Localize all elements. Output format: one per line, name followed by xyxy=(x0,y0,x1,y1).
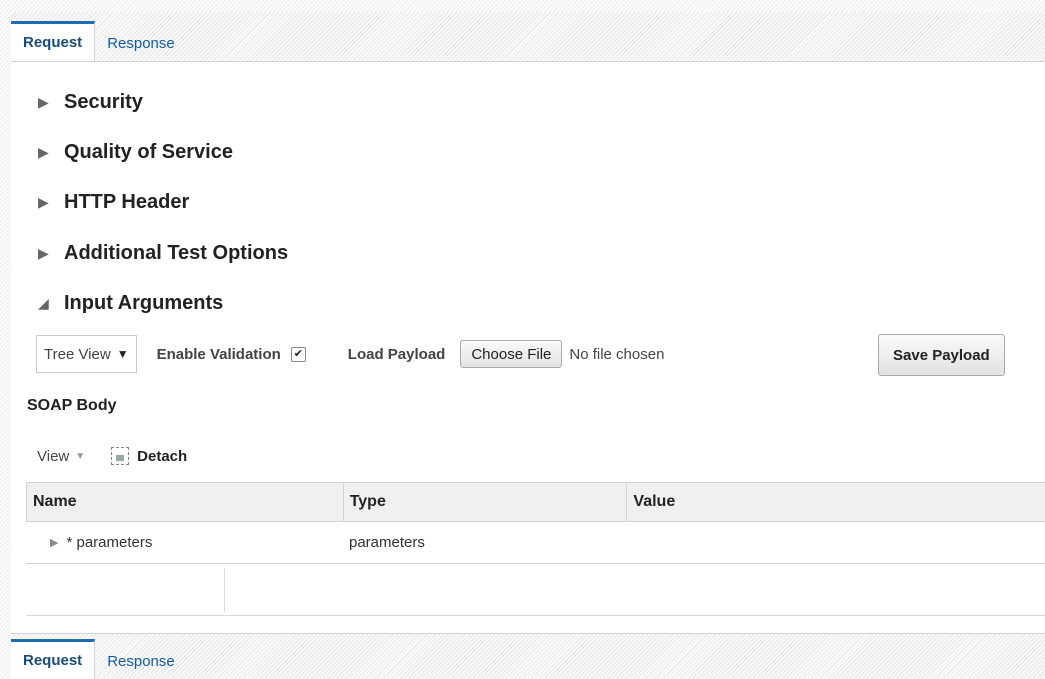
section-input-arguments-label: Input Arguments xyxy=(64,291,224,314)
table-header-row: Name Type Value xyxy=(26,482,1045,522)
detach-label: Detach xyxy=(137,447,188,465)
column-header-value[interactable]: Value xyxy=(627,483,1045,521)
choose-file-button[interactable]: Choose File xyxy=(460,340,563,368)
triangle-right-icon: ▶ xyxy=(38,143,49,160)
section-qos-label: Quality of Service xyxy=(64,140,233,163)
table-row[interactable]: ▶ * parameters parameters xyxy=(26,522,1045,564)
column-header-name[interactable]: Name xyxy=(27,483,344,521)
tab-request[interactable]: Request xyxy=(11,21,96,61)
check-icon: ✔ xyxy=(293,347,303,360)
load-payload-label: Load Payload xyxy=(347,345,446,363)
detach-button[interactable]: Detach xyxy=(111,447,187,465)
soap-body-table: Name Type Value ▶ * parameters parameter… xyxy=(26,482,1045,564)
section-security-label: Security xyxy=(64,90,143,113)
section-input-arguments[interactable]: ◢ Input Arguments xyxy=(38,289,223,317)
section-quality-of-service[interactable]: ▶ Quality of Service xyxy=(38,138,233,166)
soap-body-toolbar: View ▼ Detach xyxy=(37,443,187,469)
row-name: * parameters xyxy=(66,534,153,551)
view-mode-value: Tree View xyxy=(44,345,111,363)
enable-validation-label: Enable Validation xyxy=(156,345,281,363)
cell-name: ▶ * parameters xyxy=(26,522,343,563)
section-security[interactable]: ▶ Security xyxy=(38,88,143,116)
column-header-type[interactable]: Type xyxy=(344,483,628,521)
section-additional-test-options[interactable]: ▶ Additional Test Options xyxy=(38,239,288,267)
input-arguments-toolbar: Tree View ▼ Enable Validation ✔ Load Pay… xyxy=(36,334,664,374)
tab-request-bottom[interactable]: Request xyxy=(11,639,96,679)
caret-down-icon: ▼ xyxy=(116,347,129,361)
file-status-text: No file chosen xyxy=(569,345,665,363)
soap-body-title: SOAP Body xyxy=(27,397,117,414)
tab-response-bottom[interactable]: Response xyxy=(95,645,187,679)
section-additional-label: Additional Test Options xyxy=(64,241,289,264)
divider xyxy=(26,615,1045,616)
section-http-header[interactable]: ▶ HTTP Header xyxy=(38,188,189,216)
view-menu-label: View xyxy=(37,447,70,465)
view-mode-select[interactable]: Tree View ▼ xyxy=(36,335,137,373)
cell-type: parameters xyxy=(349,534,425,551)
tab-response[interactable]: Response xyxy=(95,27,187,61)
cell-value[interactable] xyxy=(627,522,1045,563)
save-payload-button[interactable]: Save Payload xyxy=(878,334,1005,376)
triangle-right-icon[interactable]: ▶ xyxy=(50,536,58,549)
triangle-right-icon: ▶ xyxy=(38,193,49,210)
triangle-right-icon: ▶ xyxy=(38,93,49,110)
section-http-header-label: HTTP Header xyxy=(64,190,190,213)
triangle-down-icon: ◢ xyxy=(38,294,49,311)
column-divider xyxy=(224,568,225,612)
bottom-tab-bar: Request Response xyxy=(11,633,1045,679)
detach-icon xyxy=(111,447,130,465)
triangle-right-icon: ▶ xyxy=(38,244,49,261)
caret-down-icon: ▼ xyxy=(75,450,86,462)
view-menu[interactable]: View ▼ xyxy=(37,448,85,465)
enable-validation-checkbox[interactable]: ✔ xyxy=(290,346,306,362)
top-tab-bar: Request Response xyxy=(11,12,1045,62)
